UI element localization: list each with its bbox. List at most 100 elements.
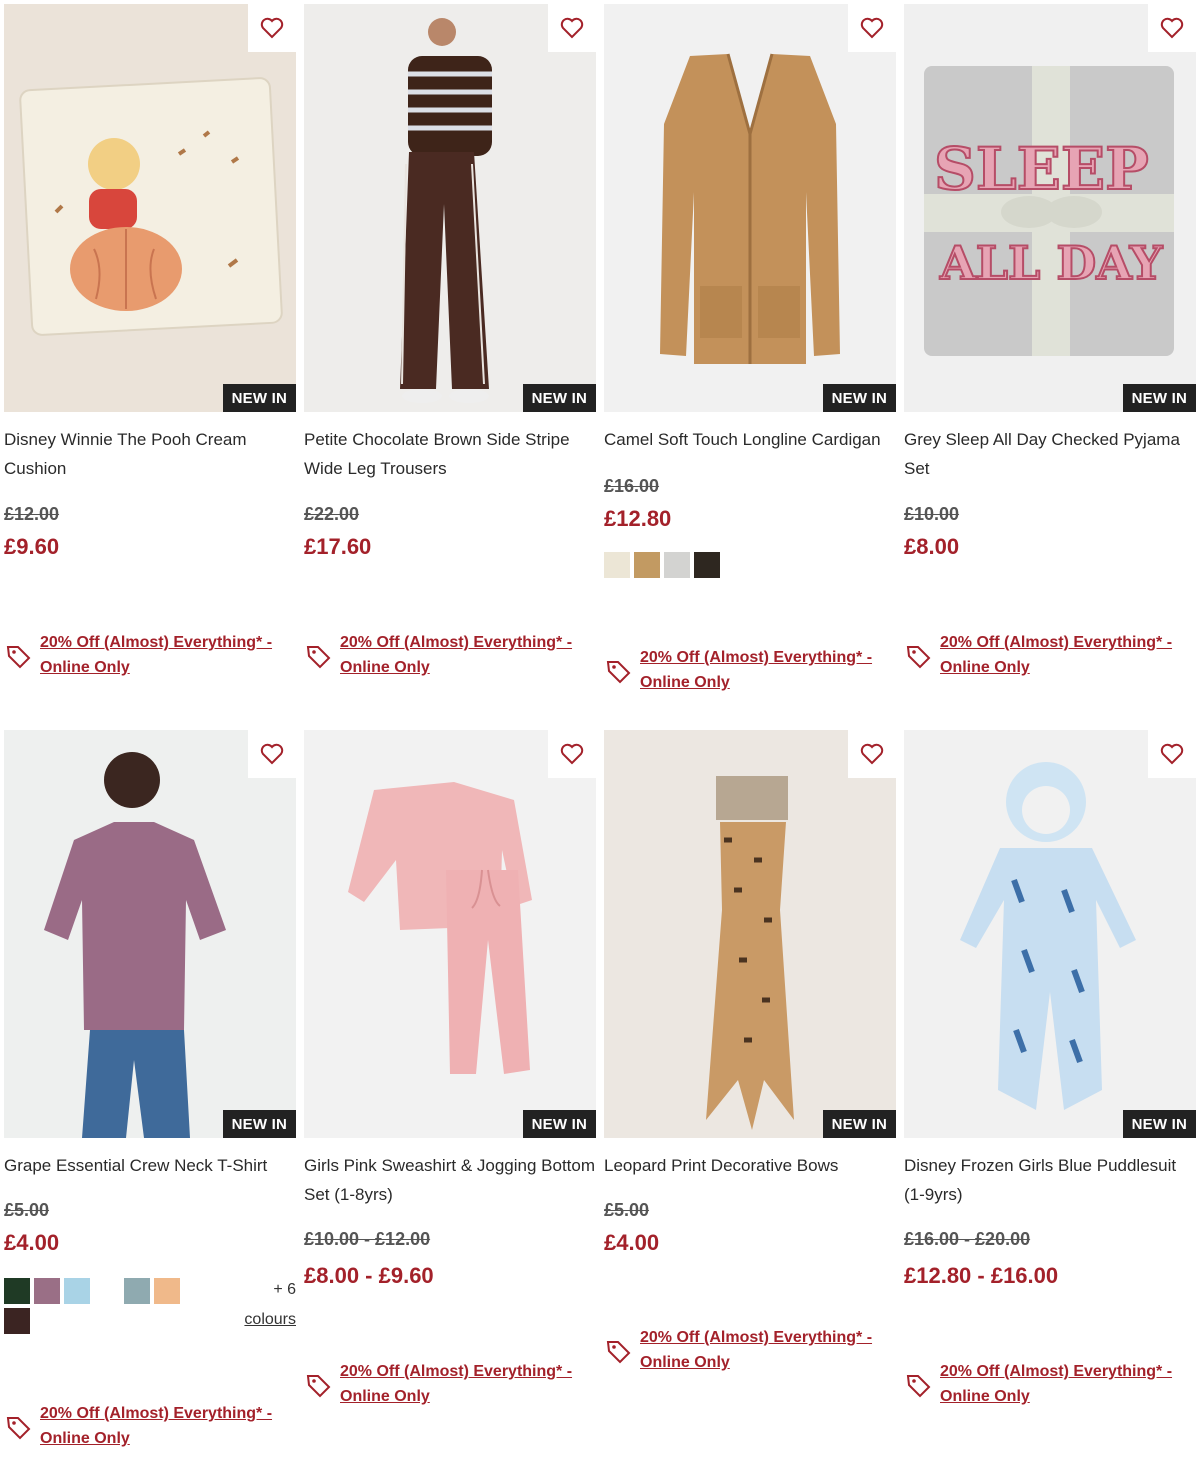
product-card[interactable]: NEW IN Leopard Print Decorative Bows £5.…	[604, 730, 896, 1371]
heart-icon	[560, 743, 584, 765]
colour-swatch[interactable]	[34, 1278, 60, 1304]
product-image[interactable]: SLEEP ALL DAY NEW IN	[904, 4, 1196, 412]
heart-icon	[1160, 17, 1184, 39]
promo-link-line1[interactable]: 20% Off (Almost) Everything* -	[640, 649, 872, 666]
promo-link-line2[interactable]: Online Only	[640, 1354, 730, 1371]
was-price: £5.00	[4, 1200, 50, 1220]
wishlist-button[interactable]	[848, 4, 896, 52]
pyjama-gift-illustration: SLEEP ALL DAY	[924, 66, 1174, 356]
more-colours-count: + 6	[273, 1281, 296, 1298]
price-tag-icon	[606, 661, 631, 684]
wishlist-button[interactable]	[548, 4, 596, 52]
product-title[interactable]: Leopard Print Decorative Bows	[604, 1151, 896, 1180]
promo-offer[interactable]: 20% Off (Almost) Everything* - Online Onl…	[904, 1359, 1196, 1409]
was-price: £16.00 - £20.00	[904, 1229, 1031, 1249]
product-image[interactable]: NEW IN	[604, 4, 896, 412]
colour-swatch[interactable]	[634, 552, 660, 578]
cardigan-illustration	[660, 53, 840, 364]
was-price: £22.00	[304, 504, 360, 524]
now-price: £12.80 - £16.00	[904, 1263, 1059, 1288]
colour-swatch[interactable]	[124, 1278, 150, 1304]
promo-link-line2[interactable]: Online Only	[640, 674, 730, 691]
product-image[interactable]: NEW IN	[4, 730, 296, 1138]
promo-link-line2[interactable]: Online Only	[40, 659, 130, 676]
promo-offer[interactable]: 20% Off (Almost) Everything* - Online Onl…	[604, 1325, 896, 1375]
promo-link-line2[interactable]: Online Only	[340, 1388, 430, 1405]
model-trousers-illustration	[400, 18, 492, 403]
product-card[interactable]: NEW IN Girls Pink Sweashirt & Jogging Bo…	[304, 730, 596, 1405]
product-card[interactable]: NEW IN Camel Soft Touch Longline Cardiga…	[604, 4, 896, 691]
promo-link-line2[interactable]: Online Only	[940, 659, 1030, 676]
product-card[interactable]: NEW IN Petite Chocolate Brown Side Strip…	[304, 4, 596, 676]
promo-link-line2[interactable]: Online Only	[340, 659, 430, 676]
product-card[interactable]: NEW IN Disney Winnie The Pooh Cream Cush…	[4, 4, 296, 676]
product-title[interactable]: Camel Soft Touch Longline Cardigan	[604, 425, 896, 454]
price-tag-icon	[606, 1341, 631, 1364]
promo-offer[interactable]: 20% Off (Almost) Everything* - Online Onl…	[4, 630, 296, 680]
colour-swatch[interactable]	[64, 1278, 90, 1304]
now-price: £8.00	[904, 534, 960, 559]
price-tag-icon	[306, 646, 331, 669]
promo-link-line1[interactable]: 20% Off (Almost) Everything* -	[640, 1329, 872, 1346]
product-title[interactable]: Disney Winnie The Pooh Cream Cushion	[4, 425, 296, 483]
new-in-badge: NEW IN	[822, 1110, 896, 1138]
colour-swatch[interactable]	[664, 552, 690, 578]
new-in-badge: NEW IN	[1122, 384, 1196, 412]
leopard-bows-illustration	[706, 776, 794, 1130]
more-colours-label: colours	[244, 1311, 296, 1328]
product-title[interactable]: Petite Chocolate Brown Side Stripe Wide …	[304, 425, 596, 483]
colour-swatch[interactable]	[4, 1278, 30, 1304]
was-price: £12.00	[4, 504, 60, 524]
new-in-badge: NEW IN	[1122, 1110, 1196, 1138]
product-image[interactable]: NEW IN	[4, 4, 296, 412]
colour-swatch[interactable]	[4, 1308, 30, 1334]
promo-offer[interactable]: 20% Off (Almost) Everything* - Online Onl…	[304, 1359, 596, 1409]
colour-swatch[interactable]	[694, 552, 720, 578]
new-in-badge: NEW IN	[222, 1110, 296, 1138]
product-image[interactable]: NEW IN	[904, 730, 1196, 1138]
puddlesuit-illustration	[960, 762, 1136, 1110]
colour-swatch[interactable]	[154, 1278, 180, 1304]
heart-icon	[1160, 743, 1184, 765]
product-title[interactable]: Grey Sleep All Day Checked Pyjama Set	[904, 425, 1196, 483]
wishlist-button[interactable]	[548, 730, 596, 778]
now-price: £8.00 - £9.60	[304, 1263, 434, 1288]
promo-link-line1[interactable]: 20% Off (Almost) Everything* -	[40, 1405, 272, 1422]
colour-swatch[interactable]	[94, 1278, 120, 1304]
cushion-illustration	[19, 77, 283, 336]
wishlist-button[interactable]	[248, 4, 296, 52]
product-title[interactable]: Girls Pink Sweashirt & Jogging Bottom Se…	[304, 1151, 596, 1209]
wishlist-button[interactable]	[1148, 4, 1196, 52]
wishlist-button[interactable]	[1148, 730, 1196, 778]
promo-link-line2[interactable]: Online Only	[40, 1430, 130, 1447]
promo-link-line1[interactable]: 20% Off (Almost) Everything* -	[40, 634, 272, 651]
promo-offer[interactable]: 20% Off (Almost) Everything* - Online Onl…	[904, 630, 1196, 680]
promo-link-line1[interactable]: 20% Off (Almost) Everything* -	[340, 1363, 572, 1380]
promo-link-line1[interactable]: 20% Off (Almost) Everything* -	[340, 634, 572, 651]
product-card[interactable]: NEW IN Grape Essential Crew Neck T-Shirt…	[4, 730, 296, 1447]
promo-link-line1[interactable]: 20% Off (Almost) Everything* -	[940, 1363, 1172, 1380]
product-card[interactable]: SLEEP ALL DAY NEW IN Grey Sleep All Day …	[904, 4, 1196, 676]
price-tag-icon	[906, 1375, 931, 1398]
product-title[interactable]: Disney Frozen Girls Blue Puddlesuit (1-9…	[904, 1151, 1196, 1209]
wishlist-button[interactable]	[248, 730, 296, 778]
pyjama-print-line1: SLEEP	[934, 135, 1149, 203]
wishlist-button[interactable]	[848, 730, 896, 778]
promo-offer[interactable]: 20% Off (Almost) Everything* - Online Onl…	[604, 645, 896, 695]
more-colours-link[interactable]: + 6 colours	[244, 1275, 296, 1335]
promo-offer[interactable]: 20% Off (Almost) Everything* - Online Onl…	[304, 630, 596, 680]
product-image[interactable]: NEW IN	[604, 730, 896, 1138]
was-price: £10.00	[904, 504, 960, 524]
promo-link-line1[interactable]: 20% Off (Almost) Everything* -	[940, 634, 1172, 651]
promo-offer[interactable]: 20% Off (Almost) Everything* - Online Onl…	[4, 1401, 296, 1451]
promo-link-line2[interactable]: Online Only	[940, 1388, 1030, 1405]
pink-set-illustration	[348, 782, 532, 1074]
product-image[interactable]: NEW IN	[304, 730, 596, 1138]
colour-swatches	[604, 552, 804, 578]
product-card[interactable]: NEW IN Disney Frozen Girls Blue Puddlesu…	[904, 730, 1196, 1405]
pyjama-print-line2: ALL DAY	[939, 236, 1164, 290]
product-title[interactable]: Grape Essential Crew Neck T-Shirt	[4, 1151, 296, 1180]
colour-swatch[interactable]	[604, 552, 630, 578]
product-image[interactable]: NEW IN	[304, 4, 596, 412]
heart-icon	[560, 17, 584, 39]
